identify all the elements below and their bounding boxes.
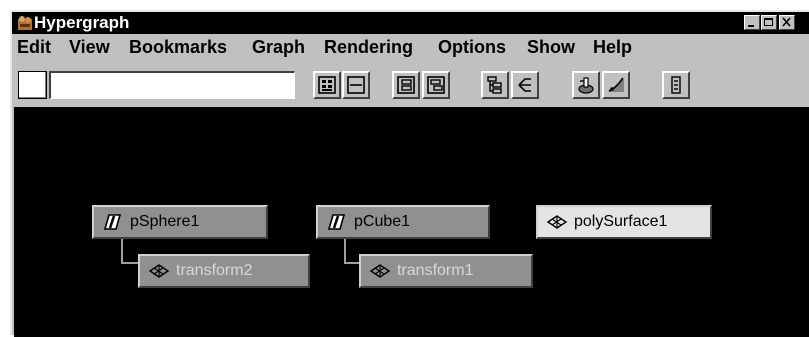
title-bar[interactable]: Hypergraph [12, 12, 809, 34]
node-label: polySurface1 [574, 213, 668, 230]
node-label: pCube1 [354, 213, 411, 230]
node-label: transform2 [176, 262, 253, 279]
app-icon [17, 15, 33, 31]
input-output-icon [671, 76, 681, 94]
vertical-layout-icon [518, 78, 531, 92]
node-label: pSphere1 [130, 213, 200, 230]
menu-bookmarks[interactable]: Bookmarks [129, 37, 227, 57]
menu-graph[interactable]: Graph [252, 37, 305, 57]
transform-node-icon [326, 213, 348, 231]
scene-hierarchy-button[interactable] [313, 71, 341, 99]
toolbar [12, 59, 809, 105]
menu-help[interactable]: Help [593, 37, 632, 57]
mesh-shape-icon [369, 262, 391, 280]
horizontal-layout-button[interactable] [481, 71, 509, 99]
menu-options[interactable]: Options [438, 37, 506, 57]
frame-selection-button[interactable] [392, 71, 420, 99]
add-bookmark-icon [578, 77, 594, 94]
graph-editor-button[interactable] [602, 71, 630, 99]
vertical-layout-button[interactable] [511, 71, 539, 99]
frame-all-button[interactable] [342, 71, 370, 99]
graph-node-polysurface1[interactable]: polySurface1 [536, 205, 712, 239]
minimize-button[interactable] [744, 15, 760, 30]
frame-all-icon [347, 76, 365, 94]
frame-selection-icon [397, 76, 415, 94]
menu-bar: Edit View Bookmarks Graph Rendering Opti… [12, 36, 809, 58]
graph-node-transform2[interactable]: transform2 [138, 254, 310, 288]
scene-hierarchy-icon [318, 76, 336, 94]
node-label: transform1 [397, 262, 474, 279]
graph-node-pcube1[interactable]: pCube1 [316, 205, 490, 239]
frame-hierarchy-button[interactable] [422, 71, 450, 99]
frame-hierarchy-icon [427, 76, 445, 94]
mesh-shape-icon [148, 262, 170, 280]
menu-edit[interactable]: Edit [17, 37, 51, 57]
maximize-button[interactable] [761, 15, 777, 30]
transform-node-icon [102, 213, 124, 231]
close-button[interactable] [779, 15, 795, 30]
search-input[interactable] [49, 71, 295, 99]
menu-view[interactable]: View [69, 37, 110, 57]
graph-node-transform1[interactable]: transform1 [359, 254, 533, 288]
graph-node-psphere1[interactable]: pSphere1 [92, 205, 268, 239]
graph-editor-icon [608, 77, 624, 92]
add-bookmark-button[interactable] [572, 71, 600, 99]
hypergraph-window: Hypergraph Edit View Bookmarks Graph Ren… [10, 10, 809, 337]
mesh-shape-icon [546, 213, 568, 231]
window-title: Hypergraph [34, 13, 130, 32]
color-swatch[interactable] [18, 71, 47, 99]
horizontal-layout-icon [487, 76, 502, 94]
menu-rendering[interactable]: Rendering [324, 37, 413, 57]
graph-canvas[interactable]: pSphere1 transform2 pCube1 transform1 po [14, 107, 809, 337]
input-output-button[interactable] [662, 71, 690, 99]
menu-show[interactable]: Show [527, 37, 575, 57]
